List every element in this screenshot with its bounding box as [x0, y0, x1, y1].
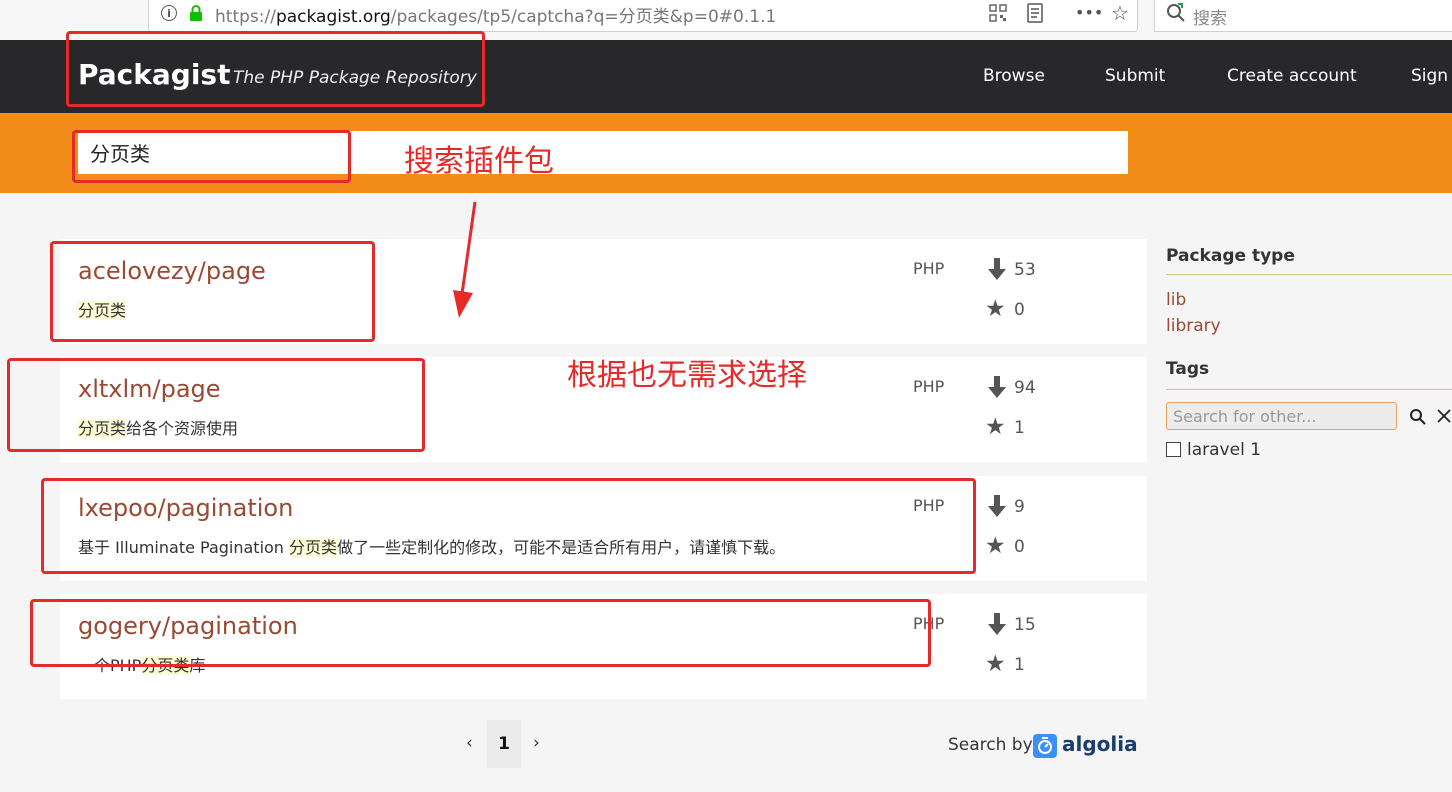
- url-text[interactable]: https://packagist.org/packages/tp5/captc…: [215, 2, 776, 27]
- next-page-link[interactable]: ›: [533, 733, 540, 753]
- package-type-library[interactable]: library: [1166, 316, 1221, 336]
- result-card: acelovezy/page 分页类 PHP 53 ★ 0: [60, 239, 1147, 344]
- tag-option-label[interactable]: laravel 1: [1187, 440, 1261, 460]
- clear-icon[interactable]: [1436, 408, 1452, 424]
- search-engine-icon: [1167, 3, 1185, 22]
- star-icon: ★: [985, 296, 1006, 322]
- search-highlight: 分页类: [78, 419, 127, 438]
- nav-sign-in[interactable]: Sign: [1411, 66, 1448, 86]
- package-language: PHP: [913, 259, 945, 278]
- download-icon: [988, 376, 1006, 398]
- prev-page-link[interactable]: ‹: [466, 733, 473, 753]
- search-highlight: 分页类: [78, 301, 127, 320]
- nav-submit[interactable]: Submit: [1105, 66, 1165, 86]
- search-band: [0, 113, 1452, 193]
- lock-icon: [190, 5, 202, 21]
- package-name-link[interactable]: acelovezy/page: [78, 257, 266, 285]
- search-by-label: Search by: [948, 735, 1033, 755]
- nav-create-account[interactable]: Create account: [1227, 66, 1357, 86]
- site-logo[interactable]: Packagist: [78, 58, 230, 91]
- tags-heading: Tags: [1166, 359, 1210, 379]
- site-info-icon[interactable]: i: [161, 5, 177, 21]
- browser-search-box[interactable]: 搜索: [1154, 0, 1452, 32]
- site-tagline: The PHP Package Repository: [233, 68, 477, 88]
- search-highlight: 分页类: [141, 656, 190, 675]
- nav-browse[interactable]: Browse: [983, 66, 1045, 86]
- package-name-link[interactable]: xltxlm/page: [78, 375, 221, 403]
- annotation-search-note: 搜索插件包: [404, 144, 554, 179]
- star-count: 1: [1014, 418, 1025, 438]
- download-icon: [988, 495, 1006, 517]
- package-description: 基于 Illuminate Pagination 分页类做了一些定制化的修改，可…: [78, 534, 785, 558]
- download-icon: [988, 258, 1006, 280]
- search-highlight: 分页类: [289, 538, 338, 557]
- description-text: 库: [189, 656, 206, 675]
- algolia-logo-icon[interactable]: [1033, 734, 1057, 758]
- star-icon: ★: [985, 414, 1006, 440]
- download-count: 53: [1014, 260, 1036, 280]
- divider: [1166, 389, 1452, 390]
- current-page[interactable]: 1: [487, 720, 521, 768]
- tag-search-input[interactable]: [1166, 402, 1397, 430]
- annotation-choose-note: 根据也无需求选择: [567, 358, 807, 393]
- description-text: 一个PHP: [78, 656, 142, 675]
- package-type-lib[interactable]: lib: [1166, 290, 1186, 310]
- package-language: PHP: [913, 614, 945, 633]
- description-text: 基于 Illuminate Pagination: [78, 538, 290, 557]
- algolia-brand[interactable]: algolia: [1062, 732, 1138, 756]
- more-actions-icon[interactable]: •••: [1075, 3, 1103, 23]
- package-name-link[interactable]: lxepoo/pagination: [78, 494, 293, 522]
- description-text: 给各个资源使用: [126, 419, 239, 438]
- address-bar[interactable]: i https://packagist.org/packages/tp5/cap…: [148, 0, 1138, 32]
- result-card: gogery/pagination 一个PHP分页类库 PHP 15 ★ 1: [60, 594, 1147, 699]
- package-description: 一个PHP分页类库: [78, 652, 205, 676]
- star-icon: ★: [985, 651, 1006, 677]
- star-count: 1: [1014, 655, 1025, 675]
- result-card: lxepoo/pagination 基于 Illuminate Paginati…: [60, 476, 1147, 581]
- star-count: 0: [1014, 537, 1025, 557]
- star-count: 0: [1014, 300, 1025, 320]
- url-path: /packages/tp5/captcha?q=分页类&p=0#0.1.1: [390, 7, 777, 27]
- download-icon: [988, 613, 1006, 635]
- star-icon: ★: [985, 533, 1006, 559]
- download-count: 9: [1014, 497, 1025, 517]
- package-name-link[interactable]: gogery/pagination: [78, 612, 298, 640]
- package-search-input[interactable]: [78, 131, 1128, 174]
- search-icon[interactable]: [1409, 408, 1426, 425]
- divider: [1166, 274, 1452, 275]
- package-language: PHP: [913, 377, 945, 396]
- qr-code-icon[interactable]: [989, 4, 1007, 22]
- description-text: 做了一些定制化的修改，可能不是适合所有用户，请谨慎下载。: [337, 538, 786, 557]
- browser-search-placeholder: 搜索: [1193, 9, 1227, 29]
- package-type-heading: Package type: [1166, 246, 1295, 266]
- download-count: 94: [1014, 378, 1036, 398]
- package-description: 分页类给各个资源使用: [78, 415, 238, 439]
- tag-checkbox[interactable]: [1166, 442, 1181, 457]
- bookmark-star-icon[interactable]: ☆: [1109, 3, 1131, 23]
- reader-view-icon[interactable]: [1027, 3, 1043, 23]
- download-count: 15: [1014, 615, 1036, 635]
- annotation-arrow: [453, 201, 477, 318]
- package-description: 分页类: [78, 297, 127, 321]
- url-prefix: https://: [215, 7, 276, 27]
- package-language: PHP: [913, 496, 945, 515]
- browser-toolbar: i https://packagist.org/packages/tp5/cap…: [0, 0, 1452, 40]
- site-header: Packagist The PHP Package Repository Bro…: [0, 40, 1452, 113]
- url-domain: packagist.org: [275, 7, 391, 27]
